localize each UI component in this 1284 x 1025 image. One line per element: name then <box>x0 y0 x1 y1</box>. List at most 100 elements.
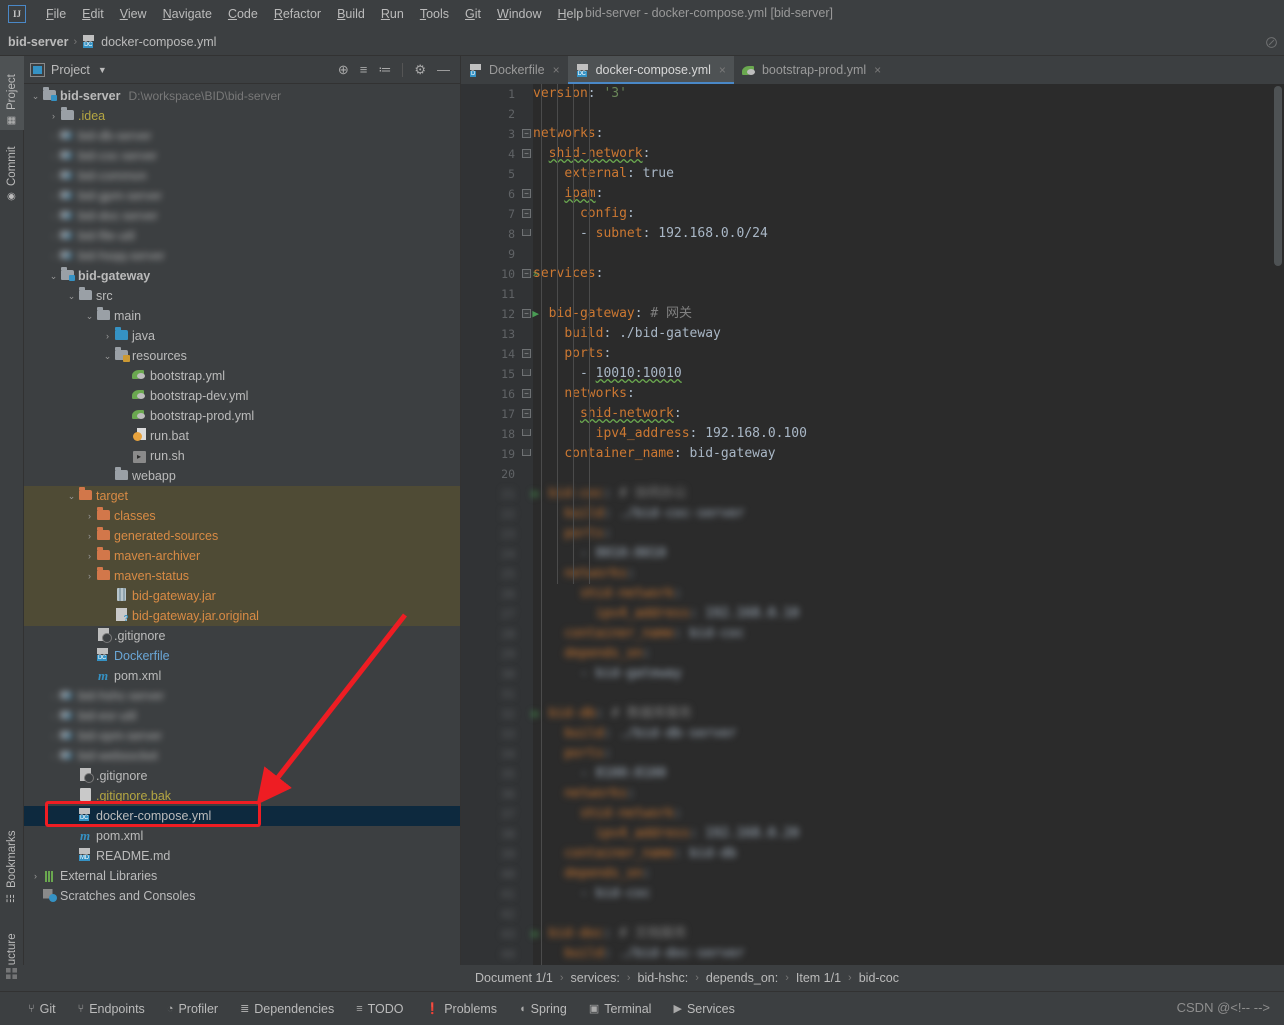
tool-window-button-spring[interactable]: ◖ Spring <box>519 1002 567 1016</box>
chevron-right-icon[interactable]: › <box>102 331 113 341</box>
code-editor[interactable]: 1 2 3 4 5 6 7 8 9 10» 11 12 ▶ 13 14 15 16 17 18 19 20 21 ▶ 22 23… <box>461 84 1284 965</box>
chevron-right-icon[interactable]: › <box>48 111 59 121</box>
chevron-down-icon[interactable]: ⌄ <box>66 291 77 302</box>
fold-collapse-icon[interactable]: − <box>522 349 531 358</box>
expand-all-icon[interactable]: ≡ <box>360 63 368 76</box>
menu-item-git[interactable]: Git <box>457 4 489 24</box>
menu-item-refactor[interactable]: Refactor <box>266 4 329 24</box>
tree-item-bid-opm-server[interactable]: › bid-opm-server <box>24 726 460 746</box>
editor-scrollbar[interactable] <box>1270 84 1284 965</box>
status-crumb[interactable]: Document 1/1 <box>475 971 553 985</box>
status-crumb[interactable]: services: <box>571 971 620 985</box>
close-icon[interactable]: × <box>553 63 560 77</box>
editor-tab-dockerfile[interactable]: D Dockerfile × <box>461 56 568 84</box>
tree-item-bootstrap-prod-yml[interactable]: bootstrap-prod.yml <box>24 406 460 426</box>
tree-item-bid-gpm-server[interactable]: › bid-gpm-server <box>24 186 460 206</box>
fold-collapse-icon[interactable]: − <box>522 189 531 198</box>
tree-item-bid-db-server[interactable]: › bid-db-server <box>24 126 460 146</box>
chevron-down-icon[interactable]: ▼ <box>98 65 107 75</box>
fold-collapse-icon[interactable]: − <box>522 269 531 278</box>
editor-tab-docker-compose-yml[interactable]: DC docker-compose.yml × <box>567 56 735 84</box>
tree-item-bid-esr-util[interactable]: › bid-esr-util <box>24 706 460 726</box>
chevron-right-icon[interactable]: › <box>48 251 59 261</box>
sidebar-item-commit[interactable]: ◉ Commit <box>0 134 24 206</box>
chevron-right-icon[interactable]: › <box>84 531 95 541</box>
hide-panel-icon[interactable]: — <box>437 63 450 76</box>
tool-window-button-problems[interactable]: ❗ Problems <box>426 1002 498 1016</box>
tree-item-external-libraries[interactable]: › External Libraries <box>24 866 460 886</box>
chevron-right-icon[interactable]: › <box>48 231 59 241</box>
fold-end-icon[interactable] <box>522 429 531 436</box>
tree-item-bid-hshc-server[interactable]: › bid-hshc-server <box>24 686 460 706</box>
chevron-down-icon[interactable]: ⌄ <box>66 491 77 502</box>
fold-collapse-icon[interactable]: − <box>522 309 531 318</box>
fold-collapse-icon[interactable]: − <box>522 149 531 158</box>
tree-item-resources[interactable]: ⌄ resources <box>24 346 460 366</box>
inspections-widget-icon[interactable] <box>1265 36 1278 49</box>
status-crumb[interactable]: bid-hshc: <box>638 971 689 985</box>
menu-item-code[interactable]: Code <box>220 4 266 24</box>
fold-collapse-icon[interactable]: − <box>522 409 531 418</box>
chevron-right-icon[interactable]: › <box>30 871 41 881</box>
tool-window-button-profiler[interactable]: ◔ Profiler <box>167 1002 218 1016</box>
breadcrumb-file[interactable]: docker-compose.yml <box>101 35 216 49</box>
tool-window-button-todo[interactable]: ≡ TODO <box>356 1002 403 1016</box>
status-crumb[interactable]: Item 1/1 <box>796 971 841 985</box>
settings-gear-icon[interactable]: ⚙ <box>414 63 426 76</box>
menu-item-view[interactable]: View <box>112 4 155 24</box>
layout-icon[interactable] <box>6 968 17 979</box>
menu-item-window[interactable]: Window <box>489 4 549 24</box>
tool-window-button-services[interactable]: ▶ Services <box>673 1002 734 1016</box>
tree-item-target[interactable]: ⌄ target <box>24 486 460 506</box>
tree-item-maven-status[interactable]: › maven-status <box>24 566 460 586</box>
menu-item-edit[interactable]: Edit <box>74 4 112 24</box>
collapse-all-icon[interactable]: ≔ <box>378 63 391 76</box>
select-opened-file-icon[interactable]: ⊕ <box>338 63 349 76</box>
tree-item-bid-gateway-jar[interactable]: bid-gateway.jar <box>24 586 460 606</box>
tree-item-bid-hsqq-server[interactable]: › bid-hsqq-server <box>24 246 460 266</box>
tree-item-bootstrap-yml[interactable]: bootstrap.yml <box>24 366 460 386</box>
fold-end-icon[interactable] <box>522 449 531 456</box>
scrollbar-thumb[interactable] <box>1274 86 1282 266</box>
tree-item-idea[interactable]: › .idea <box>24 106 460 126</box>
tree-item-bid-websocket[interactable]: › bid-websocket <box>24 746 460 766</box>
fold-end-icon[interactable] <box>522 229 531 236</box>
status-crumb[interactable]: bid-coc <box>859 971 899 985</box>
tree-item-bid-gateway[interactable]: ⌄ bid-gateway <box>24 266 460 286</box>
breadcrumb-project[interactable]: bid-server <box>8 35 68 49</box>
chevron-right-icon[interactable]: › <box>48 691 59 701</box>
tool-window-button-endpoints[interactable]: ⑂ Endpoints <box>78 1002 145 1016</box>
chevron-right-icon[interactable]: › <box>48 711 59 721</box>
chevron-right-icon[interactable]: › <box>48 751 59 761</box>
chevron-right-icon[interactable]: › <box>48 151 59 161</box>
tree-item-maven-archiver[interactable]: › maven-archiver <box>24 546 460 566</box>
tree-item-readme-md[interactable]: MD README.md <box>24 846 460 866</box>
tree-item-bid-doc-server[interactable]: › bid-doc-server <box>24 206 460 226</box>
tree-item-scratches-and-consoles[interactable]: Scratches and Consoles <box>24 886 460 906</box>
tool-window-button-dependencies[interactable]: ≣ Dependencies <box>240 1002 334 1016</box>
tree-item-dockerfile[interactable]: DC Dockerfile <box>24 646 460 666</box>
close-icon[interactable]: × <box>874 63 881 77</box>
chevron-right-icon[interactable]: › <box>84 571 95 581</box>
chevron-down-icon[interactable]: ⌄ <box>84 311 95 322</box>
fold-collapse-icon[interactable]: − <box>522 209 531 218</box>
tree-item-classes[interactable]: › classes <box>24 506 460 526</box>
tree-item-bid-file-util[interactable]: › bid-file-util <box>24 226 460 246</box>
tree-item-bid-common[interactable]: › bid-common <box>24 166 460 186</box>
tree-item-docker-compose-yml[interactable]: DC docker-compose.yml <box>24 806 460 826</box>
chevron-down-icon[interactable]: ⌄ <box>30 91 41 102</box>
tree-item-main[interactable]: ⌄ main <box>24 306 460 326</box>
tree-item-run-bat[interactable]: run.bat <box>24 426 460 446</box>
fold-collapse-icon[interactable]: − <box>522 129 531 138</box>
chevron-right-icon[interactable]: › <box>48 171 59 181</box>
sidebar-item-bookmarks[interactable]: ☷ Bookmarks <box>0 816 24 908</box>
tool-window-button-git[interactable]: ⑂ Git <box>28 1002 56 1016</box>
chevron-right-icon[interactable]: › <box>48 211 59 221</box>
tree-item-generated-sources[interactable]: › generated-sources <box>24 526 460 546</box>
project-tree[interactable]: ⌄ bid-server D:\workspace\BID\bid-server ›.… <box>24 84 460 965</box>
tree-item-webapp[interactable]: webapp <box>24 466 460 486</box>
tree-item-gitignore[interactable]: .gitignore <box>24 626 460 646</box>
fold-end-icon[interactable] <box>522 369 531 376</box>
tool-window-button-terminal[interactable]: ▣ Terminal <box>589 1002 652 1016</box>
editor-tab-bootstrap-prod-yml[interactable]: bootstrap-prod.yml × <box>734 56 889 84</box>
